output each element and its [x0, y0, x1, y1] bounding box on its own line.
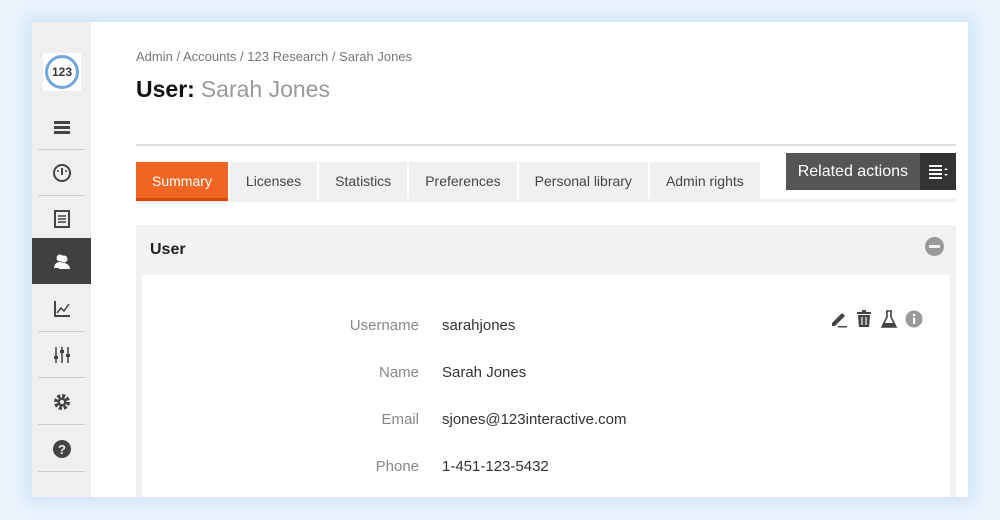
- page-title-label: User:: [136, 76, 195, 102]
- gauge-icon: [52, 164, 71, 182]
- sidebar-item-dashboard[interactable]: [32, 150, 91, 196]
- sidebar-item-settings[interactable]: [32, 379, 91, 425]
- logo-text: 123: [45, 55, 79, 89]
- tab-licenses[interactable]: Licenses: [229, 162, 318, 201]
- list-menu-icon[interactable]: [920, 153, 956, 190]
- panel-title: User: [150, 241, 186, 258]
- page-title: User: Sarah Jones: [136, 76, 330, 103]
- collapse-icon[interactable]: [925, 237, 944, 256]
- logo[interactable]: 123: [43, 53, 81, 91]
- tab-personal-library[interactable]: Personal library: [518, 162, 648, 201]
- tab-admin-rights[interactable]: Admin rights: [649, 162, 760, 201]
- sidebar-item-adjustments[interactable]: [32, 332, 91, 378]
- panel-body: Username sarahjones Name Sarah Jones Email…: [142, 275, 950, 497]
- info-icon[interactable]: [904, 309, 924, 329]
- tab-summary[interactable]: Summary: [136, 162, 228, 201]
- sidebar-item-documents[interactable]: [32, 196, 91, 242]
- breadcrumb: Admin / Accounts / 123 Research / Sarah …: [136, 49, 413, 64]
- row-actions: [829, 309, 924, 329]
- field-label: Phone: [375, 458, 419, 475]
- document-icon: [53, 210, 70, 228]
- hamburger-icon: [53, 121, 70, 134]
- trash-icon[interactable]: [854, 309, 874, 329]
- field-value: sarahjones: [442, 317, 516, 334]
- sidebar-item-reports[interactable]: [32, 286, 91, 332]
- field-label: Username: [349, 317, 419, 334]
- edit-icon[interactable]: [829, 309, 849, 329]
- field-label: Email: [381, 411, 419, 428]
- user-panel: User Username sarahjones Name Sarah Jones …: [136, 225, 956, 497]
- users-icon: [53, 254, 70, 269]
- field-value: Sarah Jones: [442, 364, 527, 381]
- svg-text:?: ?: [58, 442, 66, 457]
- sidebar-item-help[interactable]: ?: [32, 426, 91, 472]
- flask-icon[interactable]: [879, 309, 899, 329]
- field-value: sjones@123interactive.com: [442, 411, 627, 428]
- tab-statistics[interactable]: Statistics: [319, 162, 408, 201]
- sidebar-item-menu[interactable]: [32, 104, 91, 150]
- page-title-name: Sarah Jones: [200, 76, 330, 102]
- gear-icon: [53, 394, 70, 410]
- help-icon: ?: [52, 440, 71, 458]
- divider: [136, 144, 956, 146]
- sidebar: 123 ?: [32, 22, 91, 497]
- sidebar-item-users[interactable]: [32, 238, 91, 284]
- related-actions-button[interactable]: Related actions: [785, 153, 956, 190]
- app-window: 123 ? Admin / Accounts / 123 Research / …: [32, 22, 968, 497]
- field-label: Name: [378, 364, 419, 381]
- field-value: 1-451-123-5432: [442, 458, 549, 475]
- tab-preferences[interactable]: Preferences: [409, 162, 517, 201]
- sliders-icon: [53, 347, 70, 363]
- tab-bar: Summary Licenses Statistics Preferences …: [136, 162, 762, 201]
- chart-icon: [53, 301, 70, 317]
- related-actions-label: Related actions: [785, 153, 920, 190]
